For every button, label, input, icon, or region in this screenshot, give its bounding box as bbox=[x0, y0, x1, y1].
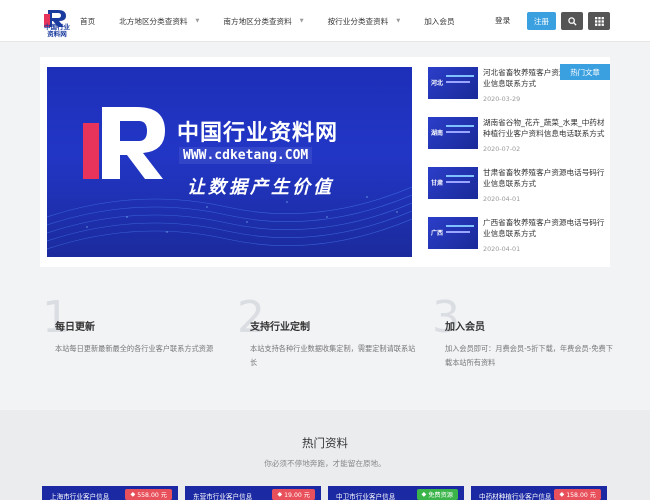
feature-title: 每日更新 bbox=[55, 322, 95, 333]
hot-articles-tag[interactable]: 热门文章 bbox=[560, 64, 610, 80]
logo-text-line2: 资料网 bbox=[47, 30, 67, 38]
article-date: 2020-04-01 bbox=[483, 195, 521, 203]
thumb-label: 甘肃 bbox=[431, 180, 444, 187]
article-thumbnail[interactable]: 广西 bbox=[428, 217, 478, 249]
search-icon bbox=[567, 16, 577, 26]
badge-text: 158.00 元 bbox=[566, 492, 596, 499]
section-subtitle: 你必须不停地奔跑，才能留在原地。 bbox=[264, 459, 386, 468]
list-item[interactable]: 甘肃 甘肃省畜牧养殖客户资源电话号码行业信息联系方式 2020-04-01 bbox=[428, 167, 608, 207]
badge-text: 558.00 元 bbox=[137, 492, 167, 499]
feature-desc: 本站每日更新最新最全的各行业客户联系方式资源 bbox=[55, 344, 214, 353]
nav-south-region[interactable]: 南方地区分类查资料 ▼ bbox=[223, 16, 303, 27]
resource-card[interactable]: 东营市行业客户信息 ◆ 19.00 元 bbox=[185, 486, 321, 500]
thumb-label: 湖南 bbox=[431, 130, 444, 137]
nav-north-region[interactable]: 北方地区分类查资料 ▼ bbox=[119, 16, 199, 27]
article-thumbnail[interactable]: 湖南 bbox=[428, 117, 478, 149]
tag-icon: ◆ bbox=[421, 491, 429, 498]
login-link[interactable]: 登录 bbox=[495, 15, 510, 26]
nav-join-member[interactable]: 加入会员 bbox=[424, 16, 454, 27]
article-thumbnail[interactable]: 河北 bbox=[428, 67, 478, 99]
article-title[interactable]: 湖南省谷物_花卉_蔬菜_水果_中药材种植行业客户资料信息电话联系方式 bbox=[483, 117, 608, 139]
feature-title: 支持行业定制 bbox=[250, 322, 310, 333]
nav-south-region-label: 南方地区分类查资料 bbox=[223, 16, 292, 26]
article-thumbnail[interactable]: 甘肃 bbox=[428, 167, 478, 199]
nav-home[interactable]: 首页 bbox=[80, 16, 95, 27]
nav-join-member-label: 加入会员 bbox=[424, 16, 455, 26]
features-section: 1 每日更新 本站每日更新最新最全的各行业客户联系方式资源 2 支持行业定制 本… bbox=[0, 268, 650, 410]
logo-text: 中国行业 资料网 bbox=[40, 24, 74, 38]
list-item[interactable]: 湖南 湖南省谷物_花卉_蔬菜_水果_中药材种植行业客户资料信息电话联系方式 20… bbox=[428, 117, 608, 157]
chevron-down-icon: ▼ bbox=[299, 18, 304, 24]
thumb-label: 河北 bbox=[431, 80, 444, 87]
section-title: 热门资料 bbox=[302, 436, 348, 450]
hot-resources-section: 热门资料 你必须不停地奔跑，才能留在原地。 上海市行业客户信息 ◆ 558.00… bbox=[0, 410, 650, 500]
search-button[interactable] bbox=[561, 12, 583, 30]
tag-icon: ◆ bbox=[559, 491, 567, 498]
chevron-down-icon: ▼ bbox=[396, 18, 401, 24]
banner-slogan: 让数据产生价值 bbox=[187, 177, 334, 198]
free-badge: ◆ 免费资源 bbox=[416, 489, 458, 500]
badge-text: 19.00 元 bbox=[284, 492, 310, 499]
feature-desc: 本站支持各种行业数据收集定制，需要定制请联系站长 bbox=[250, 344, 416, 367]
tag-icon: ◆ bbox=[130, 491, 138, 498]
article-date: 2020-04-01 bbox=[483, 245, 521, 253]
nav-home-label: 首页 bbox=[80, 16, 96, 26]
feature-title: 加入会员 bbox=[445, 322, 485, 333]
price-badge: ◆ 19.00 元 bbox=[272, 489, 315, 500]
list-item[interactable]: 广西 广西省畜牧养殖客户资源电话号码行业信息联系方式 2020-04-01 bbox=[428, 217, 608, 257]
thumb-label: 广西 bbox=[431, 230, 444, 237]
menu-grid-button[interactable] bbox=[588, 12, 610, 30]
nav-by-industry[interactable]: 按行业分类查资料 ▼ bbox=[328, 16, 401, 27]
article-title[interactable]: 甘肃省畜牧养殖客户资源电话号码行业信息联系方式 bbox=[483, 167, 608, 189]
feature-desc: 加入会员即可：月费会员-5折下载，年费会员-免费下载本站所有资料 bbox=[445, 344, 613, 367]
tag-icon: ◆ bbox=[277, 491, 285, 498]
article-title[interactable]: 广西省畜牧养殖客户资源电话号码行业信息联系方式 bbox=[483, 217, 608, 239]
resource-card[interactable]: 上海市行业客户信息 ◆ 558.00 元 bbox=[42, 486, 178, 500]
main-nav: 首页 北方地区分类查资料 ▼ 南方地区分类查资料 ▼ 按行业分类查资料 ▼ 加入会员 bbox=[80, 0, 479, 42]
article-date: 2020-07-02 bbox=[483, 145, 521, 153]
price-badge: ◆ 558.00 元 bbox=[125, 489, 172, 500]
card-label: 上海市行业客户信息 bbox=[50, 493, 110, 500]
nav-by-industry-label: 按行业分类查资料 bbox=[327, 16, 389, 26]
grid-icon bbox=[594, 16, 604, 26]
banner-title: 中国行业资料网 bbox=[177, 120, 339, 146]
chevron-down-icon: ▼ bbox=[195, 18, 200, 24]
card-label: 东营市行业客户信息 bbox=[193, 493, 253, 500]
resource-card[interactable]: 中卫市行业客户信息 ◆ 免费资源 bbox=[328, 486, 464, 500]
hero-section: 中国行业资料网 WWW.cdketang.COM 让数据产生价值 河北 河北省畜… bbox=[40, 57, 610, 267]
site-header: 中国行业 资料网 首页 北方地区分类查资料 ▼ 南方地区分类查资料 ▼ 按行业分类查… bbox=[0, 0, 650, 42]
banner-url: WWW.cdketang.COM bbox=[179, 147, 313, 164]
hero-banner[interactable]: 中国行业资料网 WWW.cdketang.COM 让数据产生价值 bbox=[47, 67, 412, 257]
card-label: 中药材种植行业客户信息 bbox=[479, 493, 552, 500]
resource-card[interactable]: 中药材种植行业客户信息 ◆ 158.00 元 bbox=[471, 486, 607, 500]
register-button[interactable]: 注册 bbox=[527, 12, 556, 30]
nav-north-region-label: 北方地区分类查资料 bbox=[119, 16, 188, 26]
card-label: 中卫市行业客户信息 bbox=[336, 493, 396, 500]
badge-text: 免费资源 bbox=[428, 492, 453, 499]
price-badge: ◆ 158.00 元 bbox=[554, 489, 601, 500]
article-date: 2020-03-29 bbox=[483, 95, 521, 103]
